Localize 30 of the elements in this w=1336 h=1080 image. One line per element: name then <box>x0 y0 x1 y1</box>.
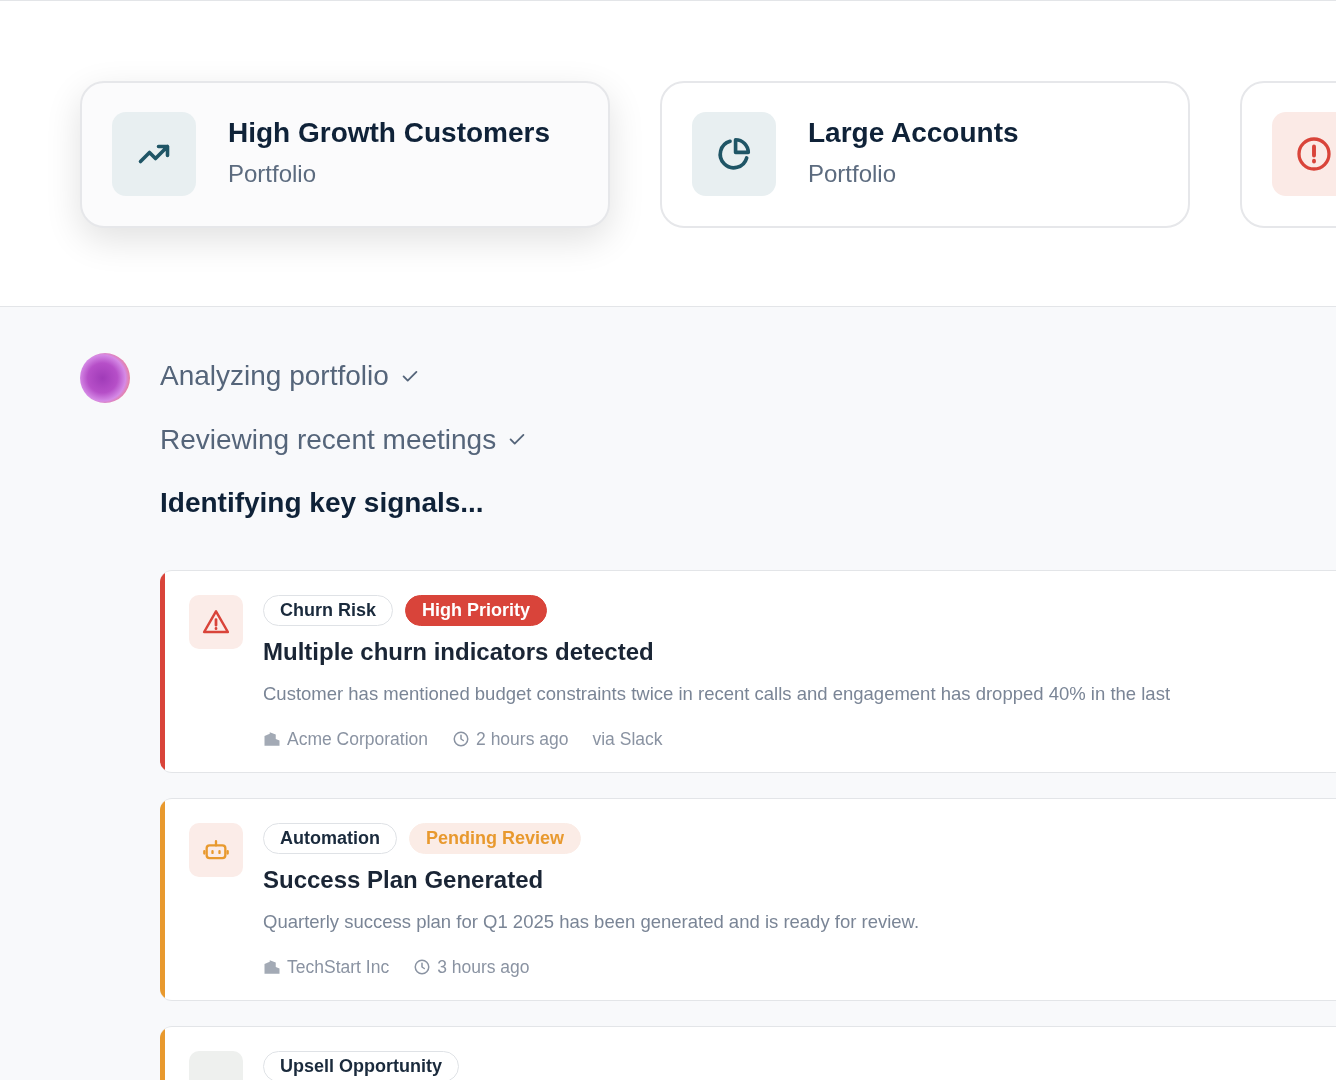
timestamp: 2 hours ago <box>476 728 569 752</box>
tag: Churn Risk <box>263 594 393 627</box>
company-name: Acme Corporation <box>287 728 429 752</box>
portfolio-title: High Growth Customers <box>228 116 550 150</box>
signal-description: Customer has mentioned budget constraints twice in recent calls and engagement has dropped 40% in the last <box>263 682 1171 707</box>
status-orb <box>80 353 130 403</box>
building-icon <box>263 730 281 749</box>
clock-icon <box>452 730 471 749</box>
tag: Pending Review <box>409 822 582 855</box>
tag: Automation <box>263 822 397 855</box>
signal-title: Success Plan Generated <box>263 865 545 896</box>
source-label: via Slack <box>592 728 663 752</box>
portfolio-card[interactable]: High Growth Customers Portfolio <box>80 81 610 228</box>
building-icon <box>263 958 281 977</box>
portfolio-card[interactable]: Large Accounts Portfolio <box>660 81 1190 228</box>
clock-icon <box>413 958 432 977</box>
signal-title: Multiple churn indicators detected <box>263 637 655 668</box>
step-label: Identifying key signals... <box>160 486 484 520</box>
portfolio-subtitle: Portfolio <box>228 158 318 189</box>
portfolio-title: Large Accounts <box>808 116 1019 150</box>
company-name: TechStart Inc <box>287 956 390 980</box>
step-label: Analyzing portfolio <box>160 359 389 393</box>
signal-description: Quarterly success plan for Q1 2025 has been generated and is ready for review. <box>263 910 920 935</box>
portfolio-subtitle: Portfolio <box>808 158 898 189</box>
alert-circle-icon <box>1296 136 1332 172</box>
pie-chart-icon <box>715 135 753 173</box>
tag: Upsell Opportunity <box>263 1050 459 1080</box>
timestamp: 3 hours ago <box>437 956 530 980</box>
step-label: Reviewing recent meetings <box>160 422 497 457</box>
tag: High Priority <box>405 594 548 627</box>
